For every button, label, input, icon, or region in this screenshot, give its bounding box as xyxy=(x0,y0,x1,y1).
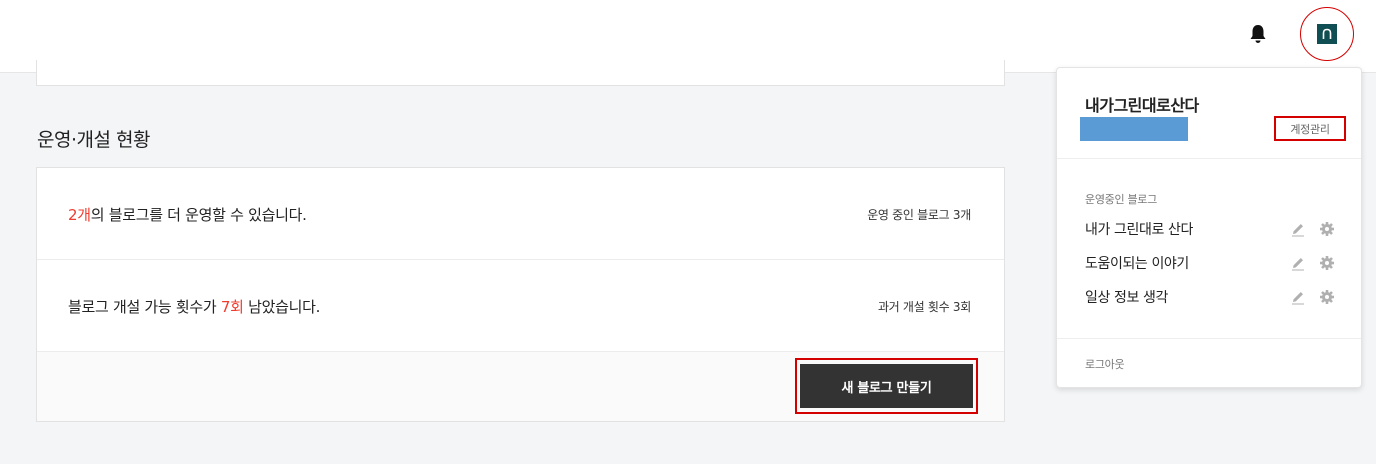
gear-icon[interactable] xyxy=(1319,221,1335,237)
blog-name[interactable]: 내가 그린대로 산다 xyxy=(1085,219,1193,239)
blog-item: 내가 그린대로 산다 xyxy=(1085,219,1335,241)
previous-card-bottom xyxy=(36,60,1005,86)
new-blog-button-highlight: 새 블로그 만들기 xyxy=(795,358,978,414)
profile-dropdown: 내가그린대로산다 계정관리 운영중인 블로그 내가 그린대로 산다 도움이되는 … xyxy=(1056,67,1362,388)
blog-item: 일상 정보 생각 xyxy=(1085,287,1335,309)
create-message: 블로그 개설 가능 횟수가 7회 남았습니다. xyxy=(68,296,320,317)
pencil-icon[interactable] xyxy=(1290,221,1306,237)
email-redacted xyxy=(1080,117,1188,141)
card-footer: 새 블로그 만들기 xyxy=(37,352,1004,421)
blog-item: 도움이되는 이야기 xyxy=(1085,253,1335,275)
logout-link[interactable]: 로그아웃 xyxy=(1085,356,1125,372)
past-meta: 과거 개설 횟수 3회 xyxy=(877,300,971,314)
pencil-icon[interactable] xyxy=(1290,289,1306,305)
create-highlight: 7회 xyxy=(220,298,244,316)
status-card: 2개의 블로그를 더 운영할 수 있습니다. 운영 중인 블로그 3개 블로그 … xyxy=(36,167,1005,422)
profile-avatar-button[interactable] xyxy=(1300,7,1354,61)
create-row: 블로그 개설 가능 횟수가 7회 남았습니다. 과거 개설 횟수 3회 xyxy=(37,260,1004,352)
blog-name[interactable]: 일상 정보 생각 xyxy=(1085,287,1168,307)
account-manage-link[interactable]: 계정관리 xyxy=(1274,116,1346,141)
avatar xyxy=(1317,24,1337,44)
user-name: 내가그린대로산다 xyxy=(1085,96,1199,115)
blog-section-label: 운영중인 블로그 xyxy=(1085,193,1157,206)
blog-count-text: 의 블로그를 더 운영할 수 있습니다. xyxy=(90,206,307,224)
bell-icon[interactable] xyxy=(1246,22,1270,46)
blog-name[interactable]: 도움이되는 이야기 xyxy=(1085,253,1189,273)
blog-count-highlight: 2개 xyxy=(68,206,91,224)
pencil-icon[interactable] xyxy=(1290,255,1306,271)
create-text-after: 남았습니다. xyxy=(243,298,321,316)
create-text-before: 블로그 개설 가능 횟수가 xyxy=(68,298,221,316)
operating-row: 2개의 블로그를 더 운영할 수 있습니다. 운영 중인 블로그 3개 xyxy=(37,168,1004,260)
section-title: 운영·개설 현황 xyxy=(37,129,150,151)
divider xyxy=(1057,338,1361,339)
new-blog-button[interactable]: 새 블로그 만들기 xyxy=(800,364,973,408)
divider xyxy=(1057,158,1361,159)
operating-message: 2개의 블로그를 더 운영할 수 있습니다. xyxy=(68,204,307,225)
gear-icon[interactable] xyxy=(1319,255,1335,271)
operating-meta: 운영 중인 블로그 3개 xyxy=(867,208,971,222)
gear-icon[interactable] xyxy=(1319,289,1335,305)
avatar-glyph-icon xyxy=(1322,28,1332,39)
